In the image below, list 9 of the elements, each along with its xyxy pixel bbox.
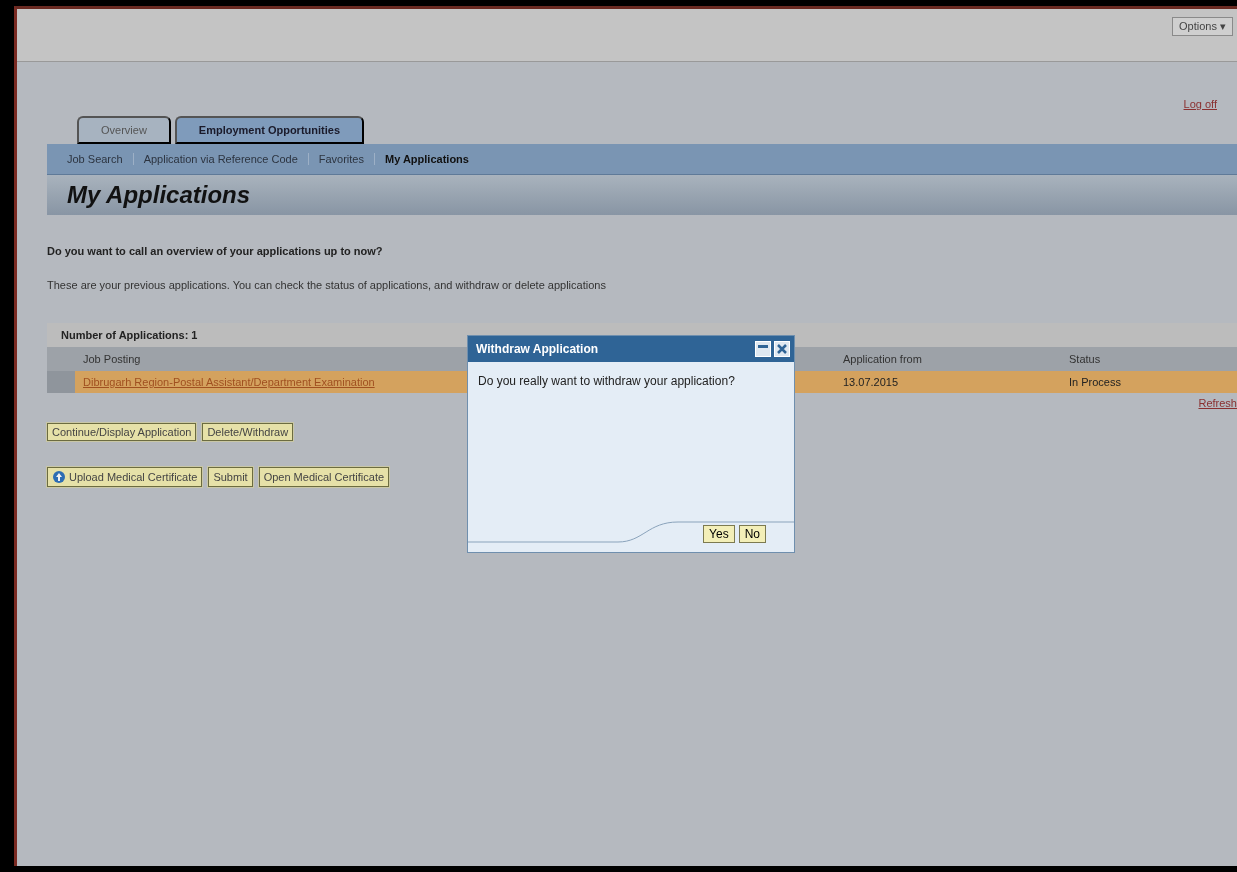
column-header: Application from [842, 353, 923, 365]
column-header: Job Posting [82, 353, 142, 365]
table-cell-text: In Process [1068, 376, 1122, 388]
question-text: Do you want to call an overview of your applications up to now? [47, 245, 384, 257]
column-header: Status [1068, 353, 1102, 365]
intro-text: These are your previous applications. You can check the status of applications, and withdraw or delete applications [47, 279, 607, 291]
table-cell-text: 13.07.2015 [842, 376, 900, 388]
dialog-message: Do you really want to withdraw your application? [477, 373, 736, 390]
page-title: My Applications [67, 181, 251, 209]
